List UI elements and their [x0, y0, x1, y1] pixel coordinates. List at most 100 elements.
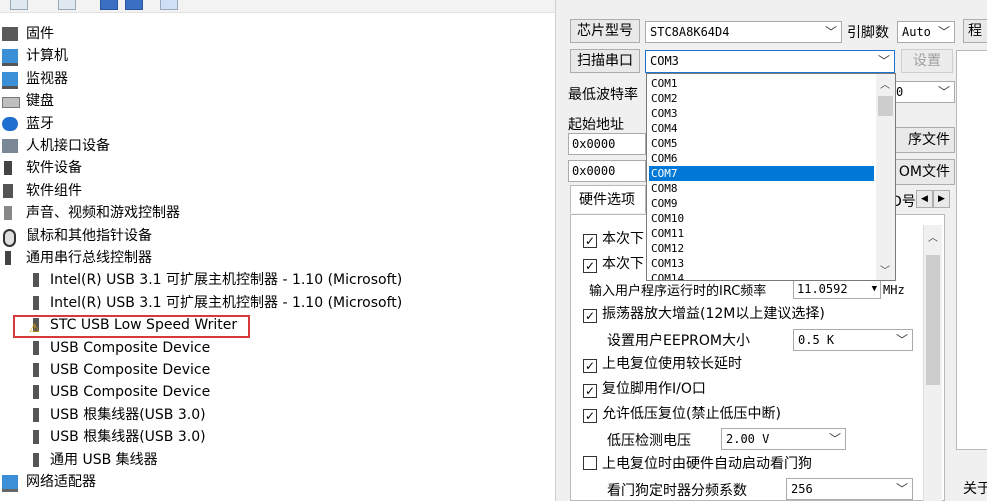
start-address-field-1[interactable]: 0x0000	[568, 133, 646, 155]
checkbox-checked[interactable]: ✓	[583, 409, 597, 423]
checkbox-checked[interactable]: ✓	[583, 384, 597, 398]
audio-icon	[4, 206, 12, 221]
eeprom-size-select[interactable]: 0.5 K ﹀	[793, 329, 913, 351]
device-category[interactable]: 通用串行总线控制器	[0, 247, 550, 269]
checkbox-checked[interactable]: ✓	[583, 309, 597, 323]
port-option[interactable]: COM1	[649, 76, 874, 91]
chevron-down-icon: ﹀	[895, 333, 908, 347]
port-option[interactable]: COM6	[649, 151, 874, 166]
hid-icon	[2, 139, 18, 153]
properties-icon[interactable]	[58, 0, 76, 10]
device-category[interactable]: 软件组件	[0, 180, 550, 202]
power-on-delay-row[interactable]: ✓ 上电复位使用较长延时	[583, 352, 742, 376]
start-address-field-2[interactable]: 0x0000	[568, 160, 646, 182]
chevron-down-icon: ﹀	[824, 25, 837, 39]
tab-scroll-right-icon[interactable]: ▶	[933, 190, 950, 208]
usb-device[interactable]: 通用 USB 集线器	[0, 449, 550, 471]
scan-port-button[interactable]: 扫描串口	[570, 49, 640, 73]
port-option[interactable]: COM3	[649, 106, 874, 121]
min-baud-select[interactable]: 0 ﹀	[891, 81, 955, 103]
scrollbar-thumb[interactable]	[926, 255, 940, 385]
port-option[interactable]: COM9	[649, 196, 874, 211]
hardware-options-scrollbar[interactable]: ︿	[923, 225, 942, 501]
device-category[interactable]: 蓝牙	[0, 113, 550, 135]
scroll-down-icon[interactable]: ﹀	[880, 262, 890, 277]
tab-scroll-left-icon[interactable]: ◀	[916, 190, 933, 208]
device-category[interactable]: 监视器	[0, 68, 550, 90]
port-option[interactable]: COM2	[649, 91, 874, 106]
option-1-label: 本次下	[602, 231, 644, 247]
about-tab[interactable]: 关于	[963, 478, 987, 498]
computer-icon	[2, 49, 18, 67]
option-row-2[interactable]: ✓ 本次下	[583, 252, 644, 276]
lvd-voltage-select[interactable]: 2.00 V ﹀	[721, 428, 846, 450]
usb-device[interactable]: USB 根集线器(USB 3.0)	[0, 404, 550, 426]
port-option[interactable]: COM13	[649, 256, 874, 271]
usb-device[interactable]: USB Composite Device	[0, 381, 550, 403]
reset-pin-io-row[interactable]: ✓ 复位脚用作I/O口	[583, 377, 706, 401]
usb-device[interactable]: USB 根集线器(USB 3.0)	[0, 426, 550, 448]
checkbox-checked[interactable]: ✓	[583, 234, 597, 248]
scroll-up-icon[interactable]: ︿	[928, 229, 938, 244]
port-dropdown-list[interactable]: COM1 COM2 COM3 COM4 COM5 COM6 COM7 COM8 COM9 COM1…	[646, 73, 896, 281]
open-eeprom-file-button[interactable]: OM文件	[891, 159, 955, 185]
open-program-file-button[interactable]: 序文件	[891, 127, 955, 153]
device-label: USB 根集线器(USB 3.0)	[50, 406, 206, 423]
device-category[interactable]: 计算机	[0, 45, 550, 67]
port-option[interactable]: COM4	[649, 121, 874, 136]
tab-program[interactable]: 程	[963, 19, 987, 43]
back-icon[interactable]	[10, 0, 28, 10]
usb-device[interactable]: USB Composite Device	[0, 359, 550, 381]
checkbox-checked[interactable]: ✓	[583, 259, 597, 273]
settings-button[interactable]: 设置	[901, 49, 953, 73]
port-select[interactable]: COM3 ﹀	[645, 50, 895, 73]
device-label: USB Composite Device	[50, 362, 211, 378]
start-address-label: 起始地址	[568, 117, 624, 133]
device-label: 通用串行总线控制器	[26, 250, 152, 266]
port-option[interactable]: COM10	[649, 211, 874, 226]
port-option[interactable]: COM11	[649, 226, 874, 241]
checkbox-unchecked[interactable]	[583, 456, 597, 470]
device-label: USB Composite Device	[50, 384, 211, 401]
device-category[interactable]: 人机接口设备	[0, 135, 550, 157]
pin-count-select[interactable]: Auto ﹀	[897, 21, 955, 43]
lvd-reset-row[interactable]: ✓ 允许低压复位(禁止低压中断)	[583, 402, 781, 426]
help-icon[interactable]	[125, 0, 143, 10]
update-driver-icon[interactable]	[100, 0, 118, 10]
tab-hardware-options[interactable]: 硬件选项	[570, 185, 646, 213]
usb-icon	[5, 251, 11, 265]
port-option[interactable]: COM12	[649, 241, 874, 256]
device-category[interactable]: 鼠标和其他指针设备	[0, 225, 550, 247]
device-label: Intel(R) USB 3.1 可扩展主机控制器 - 1.10 (Micros…	[50, 294, 403, 311]
usb-device[interactable]: USB Composite Device	[0, 337, 550, 359]
mouse-icon	[3, 228, 16, 247]
usb-device[interactable]: Intel(R) USB 3.1 可扩展主机控制器 - 1.10 (Micros…	[0, 269, 550, 291]
port-option[interactable]: COM14	[649, 271, 874, 280]
device-category[interactable]: 固件	[0, 23, 550, 45]
software-device-icon	[4, 161, 12, 176]
scroll-up-icon[interactable]: ︿	[880, 76, 890, 91]
software-component-icon	[3, 183, 13, 198]
scan-hardware-icon[interactable]	[160, 0, 178, 10]
port-list-scrollbar[interactable]: ︿ ﹀	[876, 74, 895, 280]
wdt-auto-row[interactable]: 上电复位时由硬件自动启动看门狗	[583, 452, 812, 476]
wdt-prescale-select[interactable]: 256 ﹀	[786, 478, 913, 500]
device-category[interactable]: 网络适配器	[0, 471, 550, 493]
chevron-down-icon: ﹀	[937, 25, 950, 39]
chip-model-select[interactable]: STC8A8K64D4 ﹀	[645, 21, 842, 43]
port-option[interactable]: COM5	[649, 136, 874, 151]
port-option[interactable]: COM8	[649, 181, 874, 196]
scrollbar-thumb[interactable]	[878, 96, 893, 116]
osc-gain-row[interactable]: ✓ 振荡器放大增益(12M以上建议选择)	[583, 302, 825, 326]
usb-device[interactable]: Intel(R) USB 3.1 可扩展主机控制器 - 1.10 (Micros…	[0, 292, 550, 314]
option-row-1[interactable]: ✓ 本次下	[583, 227, 644, 251]
device-category[interactable]: 声音、视频和游戏控制器	[0, 202, 550, 224]
port-option[interactable]: COM7	[649, 166, 874, 181]
device-label: 声音、视频和游戏控制器	[26, 205, 180, 222]
device-category[interactable]: 软件设备	[0, 157, 550, 179]
device-category[interactable]: 键盘	[0, 90, 550, 112]
irc-frequency-label: 输入用户程序运行时的IRC频率	[589, 284, 767, 299]
checkbox-checked[interactable]: ✓	[583, 359, 597, 373]
power-on-delay-label: 上电复位使用较长延时	[602, 356, 742, 372]
irc-frequency-field[interactable]: 11.0592 ▼	[793, 279, 881, 299]
